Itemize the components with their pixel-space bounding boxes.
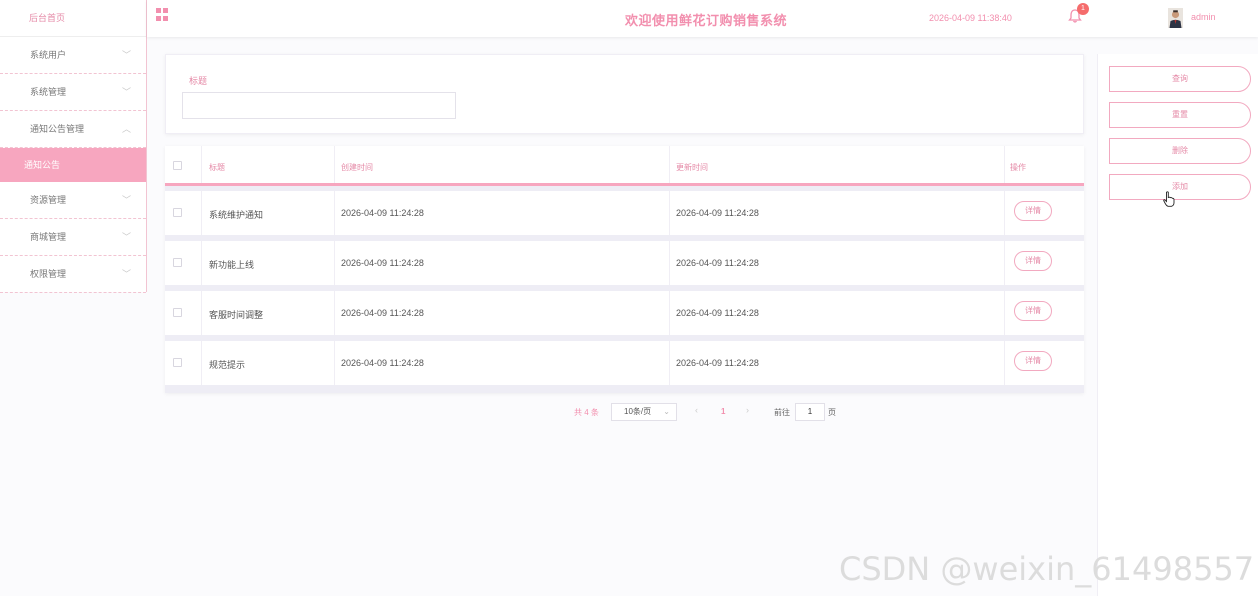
row-checkbox[interactable] (173, 308, 182, 317)
csdn-watermark: CSDN @weixin_61498557 (839, 550, 1255, 588)
page-size-value: 10条/页 (624, 407, 652, 416)
chevron-down-icon: ﹀ (121, 232, 131, 242)
search-title-input[interactable] (182, 92, 456, 119)
pagination-total: 共 4 条 (574, 408, 599, 417)
current-datetime: 2026-04-09 11:38:40 (929, 13, 1012, 23)
avatar[interactable] (1168, 8, 1183, 28)
sidebar-item-resource-management[interactable]: 资源管理 ﹀ (0, 182, 146, 219)
table-row: 新功能上线 2026-04-09 11:24:28 2026-04-09 11:… (165, 241, 1084, 285)
row-updated: 2026-04-09 11:24:28 (676, 308, 759, 318)
chevron-down-icon: ﹀ (121, 269, 131, 279)
sidebar-item-notice-management[interactable]: 通知公告管理 ︿ (0, 111, 146, 148)
table-header: 标题 创建时间 更新时间 操作 (165, 146, 1084, 186)
notice-table: 标题 创建时间 更新时间 操作 系统维护通知 2026-04-09 11:24:… (165, 146, 1084, 393)
top-header: 欢迎使用鲜花订购销售系统 2026-04-09 11:38:40 1 admin (147, 0, 1258, 37)
sidebar-item-label: 系统用户 (30, 50, 67, 60)
select-all-checkbox[interactable] (173, 161, 182, 170)
prev-page-button[interactable]: ‹ (695, 405, 698, 415)
table-row: 客服时间调整 2026-04-09 11:24:28 2026-04-09 11… (165, 291, 1084, 335)
column-header-title[interactable]: 标题 (209, 162, 225, 173)
chevron-down-icon: ﹀ (121, 50, 131, 60)
row-created: 2026-04-09 11:24:28 (341, 208, 424, 218)
row-title: 系统维护通知 (209, 210, 264, 220)
row-created: 2026-04-09 11:24:28 (341, 308, 424, 318)
chevron-down-icon: ﹀ (121, 195, 131, 205)
reset-button[interactable]: 重置 (1109, 102, 1251, 128)
sidebar-home-link[interactable]: 后台首页 (0, 0, 146, 37)
sidebar-item-label: 商城管理 (30, 232, 67, 242)
detail-button[interactable]: 详情 (1014, 301, 1052, 321)
add-button[interactable]: 添加 (1109, 174, 1251, 200)
goto-page-input[interactable]: 1 (795, 403, 825, 421)
row-checkbox[interactable] (173, 208, 182, 217)
sidebar-item-label: 权限管理 (30, 269, 67, 279)
page-number-current[interactable]: 1 (721, 407, 725, 416)
page-title: 欢迎使用鲜花订购销售系统 (625, 13, 788, 28)
table-row: 规范提示 2026-04-09 11:24:28 2026-04-09 11:2… (165, 341, 1084, 385)
row-checkbox[interactable] (173, 358, 182, 367)
row-created: 2026-04-09 11:24:28 (341, 358, 424, 368)
row-checkbox[interactable] (173, 258, 182, 267)
detail-button[interactable]: 详情 (1014, 351, 1052, 371)
row-title: 新功能上线 (209, 260, 255, 270)
username-label[interactable]: admin (1191, 12, 1216, 22)
column-header-created[interactable]: 创建时间 (341, 162, 373, 173)
column-header-actions: 操作 (1010, 163, 1026, 172)
sidebar-item-label: 系统管理 (30, 87, 67, 97)
row-title: 规范提示 (209, 360, 246, 370)
detail-button[interactable]: 详情 (1014, 201, 1052, 221)
action-panel: 查询 重置 删除 添加 (1097, 54, 1258, 596)
page-unit-label: 页 (828, 408, 836, 417)
hand-cursor-icon (1163, 191, 1175, 207)
query-button[interactable]: 查询 (1109, 66, 1251, 92)
column-header-updated[interactable]: 更新时间 (676, 162, 708, 173)
chevron-up-icon: ︿ (121, 124, 131, 134)
row-updated: 2026-04-09 11:24:28 (676, 258, 759, 268)
sidebar-item-label: 资源管理 (30, 195, 67, 205)
table-row: 系统维护通知 2026-04-09 11:24:28 2026-04-09 11… (165, 191, 1084, 235)
row-title: 客服时间调整 (209, 310, 264, 320)
sidebar-item-system-management[interactable]: 系统管理 ﹀ (0, 74, 146, 111)
sidebar-item-mall-management[interactable]: 商城管理 ﹀ (0, 219, 146, 256)
sidebar-item-permission-management[interactable]: 权限管理 ﹀ (0, 256, 146, 293)
page-size-select[interactable]: 10条/页 ⌄ (611, 403, 677, 421)
chevron-down-icon: ⌄ (663, 407, 670, 416)
detail-button[interactable]: 详情 (1014, 251, 1052, 271)
row-updated: 2026-04-09 11:24:28 (676, 358, 759, 368)
sidebar: 后台首页 系统用户 ﹀ 系统管理 ﹀ 通知公告管理 ︿ 通知公告 资源管理 ﹀ … (0, 0, 147, 293)
menu-toggle-icon[interactable] (156, 8, 169, 21)
chevron-down-icon: ﹀ (121, 87, 131, 97)
search-panel: 标题 (165, 54, 1084, 134)
search-title-label: 标题 (189, 76, 208, 86)
delete-button[interactable]: 删除 (1109, 138, 1251, 164)
next-page-button[interactable]: › (746, 405, 749, 415)
notification-badge: 1 (1077, 3, 1089, 15)
sidebar-subitem-notice[interactable]: 通知公告 (0, 148, 146, 182)
row-created: 2026-04-09 11:24:28 (341, 258, 424, 268)
row-updated: 2026-04-09 11:24:28 (676, 208, 759, 218)
sidebar-item-system-users[interactable]: 系统用户 ﹀ (0, 37, 146, 74)
sidebar-item-label: 通知公告管理 (30, 124, 85, 134)
goto-label: 前往 (774, 408, 790, 417)
